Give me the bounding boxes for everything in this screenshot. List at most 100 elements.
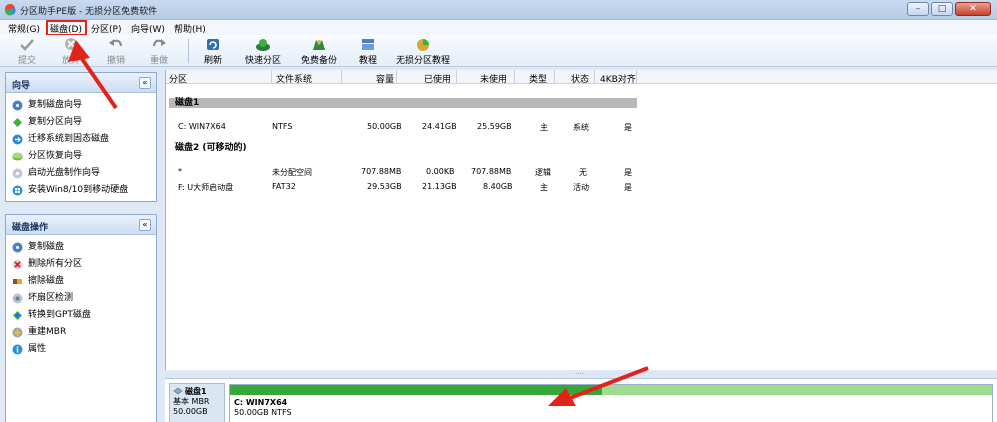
disk-ops-panel: 磁盘操作 « 复制磁盘 删除所有分区 擦除磁盘 坏扇区检测 转换到GPT磁盘 重… <box>5 214 157 422</box>
column-divider[interactable] <box>456 70 457 84</box>
redo-button[interactable]: 重做 <box>144 37 174 66</box>
redo-icon <box>152 39 166 47</box>
app-logo-icon <box>4 4 16 16</box>
undo-button[interactable]: 撤销 <box>101 37 131 66</box>
wizard-install-win-usb[interactable]: 安装Win8/10到移动硬盘 <box>6 182 156 199</box>
wizard-partition-recovery[interactable]: 分区恢复向导 <box>6 148 156 165</box>
col-type[interactable]: 类型 <box>529 72 547 85</box>
cell-partition: * <box>178 167 182 176</box>
disk-group-header[interactable]: 磁盘1 <box>169 98 637 108</box>
disk-ops-panel-header[interactable]: 磁盘操作 « <box>6 215 156 235</box>
partition-bar-name: C: WIN7X64 <box>234 398 288 407</box>
menu-partition[interactable]: 分区(P) <box>91 22 121 35</box>
column-divider[interactable] <box>341 70 342 84</box>
cell-free: 8.40GB <box>483 182 513 191</box>
copy-partition-icon <box>13 118 22 127</box>
cell-capacity: 29.53GB <box>367 182 402 191</box>
op-bad-sector-check[interactable]: 坏扇区检测 <box>6 290 156 307</box>
disk-group-header[interactable]: 磁盘2 (可移动的) <box>169 143 637 153</box>
disk-map-disk-info[interactable]: 磁盘1 基本 MBR 50.00GB <box>169 383 225 422</box>
col-free[interactable]: 未使用 <box>480 72 507 85</box>
cell-aligned: 是 <box>624 123 632 132</box>
commit-label: 提交 <box>17 56 36 66</box>
redo-label: 重做 <box>149 56 168 66</box>
close-button[interactable]: ✕ <box>955 2 991 16</box>
col-status[interactable]: 状态 <box>571 72 589 85</box>
rebuild-mbr-icon <box>12 327 23 338</box>
col-used[interactable]: 已使用 <box>424 72 451 85</box>
undo-label: 撤销 <box>106 56 125 66</box>
column-divider[interactable] <box>396 70 397 84</box>
column-divider[interactable] <box>554 70 555 84</box>
free-backup-button[interactable]: 免费备份 <box>298 37 340 66</box>
wizard-panel-header[interactable]: 向导 « <box>6 73 156 93</box>
refresh-icon <box>207 39 219 50</box>
commit-button[interactable]: 提交 <box>12 37 42 66</box>
op-delete-all-partitions[interactable]: 删除所有分区 <box>6 256 156 273</box>
wizard-copy-disk[interactable]: 复制磁盘向导 <box>6 97 156 114</box>
quick-partition-label: 快速分区 <box>244 56 281 66</box>
wizard-panel-title: 向导 <box>12 81 31 91</box>
free-backup-label: 免费备份 <box>300 56 337 66</box>
menu-bar: 常规(G) 磁盘(D) 分区(P) 向导(W) 帮助(H) <box>0 20 997 35</box>
backup-icon <box>313 40 325 50</box>
discard-icon <box>65 38 77 50</box>
menu-general[interactable]: 常规(G) <box>8 22 40 35</box>
cell-type: 主 <box>540 123 548 132</box>
cell-capacity: 50.00GB <box>367 122 402 131</box>
op-convert-gpt[interactable]: 转换到GPT磁盘 <box>6 307 156 324</box>
column-divider[interactable] <box>271 70 272 84</box>
op-copy-disk-label: 复制磁盘 <box>28 242 65 252</box>
op-properties-label: 属性 <box>28 344 47 354</box>
discard-button[interactable]: 放弃 <box>56 37 86 66</box>
menu-wizard[interactable]: 向导(W) <box>131 22 165 35</box>
cell-aligned: 是 <box>624 168 632 177</box>
collapse-wizard-button[interactable]: « <box>139 77 151 89</box>
op-properties[interactable]: 属性 <box>6 341 156 358</box>
cell-used: 21.13GB <box>422 182 457 191</box>
column-divider[interactable] <box>594 70 595 84</box>
wizard-boot-disc[interactable]: 启动光盘制作向导 <box>6 165 156 182</box>
col-filesystem[interactable]: 文件系统 <box>276 72 312 85</box>
wizard-migrate-os[interactable]: 迁移系统到固态磁盘 <box>6 131 156 148</box>
check-icon <box>20 39 34 51</box>
col-capacity[interactable]: 容量 <box>376 72 394 85</box>
op-rebuild-mbr[interactable]: 重建MBR <box>6 324 156 341</box>
op-wipe-disk[interactable]: 擦除磁盘 <box>6 273 156 290</box>
refresh-button[interactable]: 刷新 <box>198 37 228 66</box>
quick-partition-button[interactable]: 快速分区 <box>242 37 284 66</box>
wizard-copy-partition[interactable]: 复制分区向导 <box>6 114 156 131</box>
toolbar-separator <box>188 39 189 63</box>
migrate-os-icon <box>12 134 23 145</box>
maximize-button[interactable]: □ <box>931 2 953 16</box>
op-bad-sector-check-label: 坏扇区检测 <box>28 293 74 303</box>
cell-filesystem: FAT32 <box>272 182 296 191</box>
op-rebuild-mbr-label: 重建MBR <box>28 327 67 337</box>
col-partition[interactable]: 分区 <box>169 72 187 85</box>
op-convert-gpt-label: 转换到GPT磁盘 <box>28 310 91 320</box>
toolbar: 提交 放弃 撤销 重做 刷新 快速分区 免费备份 教程 无损分区教程 <box>0 35 997 67</box>
op-wipe-disk-label: 擦除磁盘 <box>28 276 65 286</box>
quick-partition-icon <box>256 39 270 51</box>
col-4kb-aligned[interactable]: 4KB对齐 <box>600 72 636 85</box>
cell-used: 0.00KB <box>426 167 455 176</box>
window-title: 分区助手PE版 - 无损分区免费软件 <box>20 7 158 17</box>
table-header: 分区 文件系统 容量 已使用 未使用 类型 状态 4KB对齐 <box>166 70 997 85</box>
minimize-button[interactable]: – <box>907 2 929 16</box>
disk-map-panel: 磁盘1 基本 MBR 50.00GB C: WIN7X64 50.00GB NT… <box>165 378 997 422</box>
properties-icon <box>12 344 23 355</box>
lossless-tutorial-button[interactable]: 无损分区教程 <box>396 37 450 66</box>
op-copy-disk[interactable]: 复制磁盘 <box>6 239 156 256</box>
delete-partitions-icon <box>12 259 23 270</box>
collapse-disk-ops-button[interactable]: « <box>139 219 151 231</box>
disk-ops-panel-title: 磁盘操作 <box>12 223 49 233</box>
splitter-grip: .... <box>575 368 584 376</box>
tutorial-button[interactable]: 教程 <box>356 37 380 66</box>
wizard-migrate-os-label: 迁移系统到固态磁盘 <box>28 134 110 144</box>
wizard-boot-disc-label: 启动光盘制作向导 <box>28 168 101 178</box>
disk-map-partition-c[interactable]: C: WIN7X64 50.00GB NTFS <box>229 384 993 422</box>
cell-status: 系统 <box>573 123 589 132</box>
column-divider[interactable] <box>636 70 637 84</box>
menu-help[interactable]: 帮助(H) <box>174 22 206 35</box>
column-divider[interactable] <box>514 70 515 84</box>
